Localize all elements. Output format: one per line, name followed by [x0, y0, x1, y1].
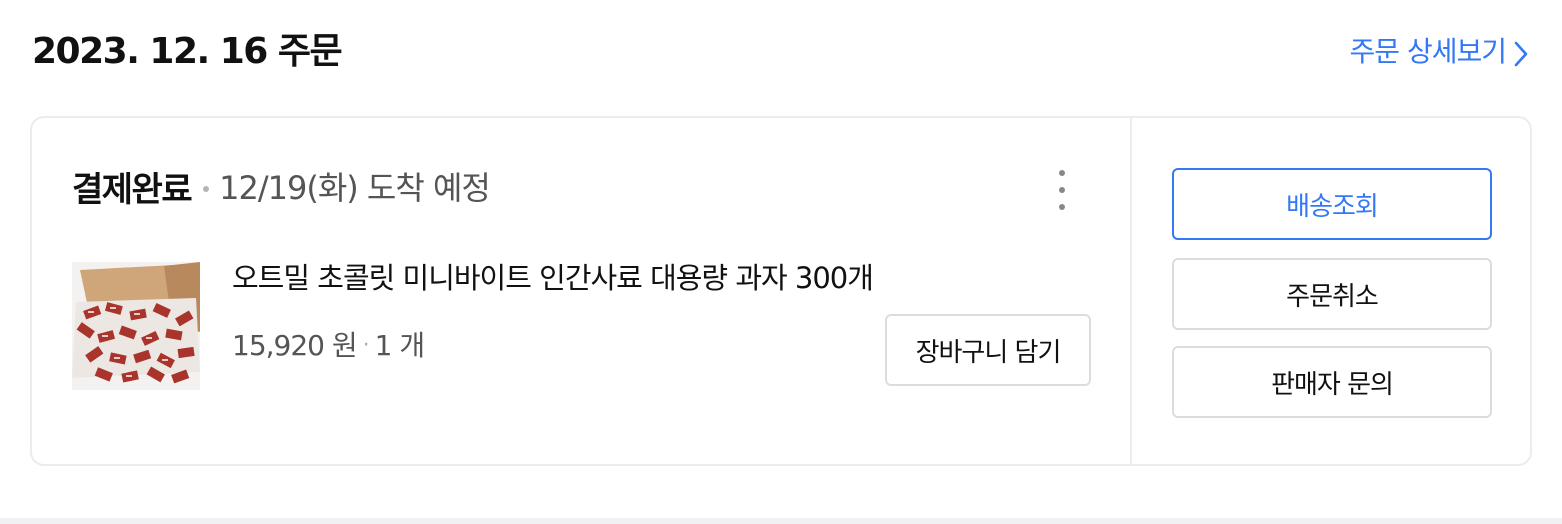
vertical-ellipsis-icon	[1059, 187, 1065, 193]
card-divider	[1130, 118, 1132, 464]
vertical-ellipsis-icon	[1059, 204, 1065, 210]
order-detail-link-label: 주문 상세보기	[1349, 35, 1507, 68]
product-price: 15,920 원	[232, 329, 358, 362]
price-quantity-line: 15,920 원 · 1 개	[232, 326, 425, 366]
section-divider	[0, 518, 1562, 524]
order-status: 결제완료	[72, 169, 193, 210]
cancel-order-button[interactable]: 주문취소	[1172, 258, 1492, 330]
order-status-line: 결제완료 12/19(화) 도착 예정	[72, 164, 491, 210]
product-name[interactable]: 오트밀 초콜릿 미니바이트 인간사료 대용량 과자 300개	[232, 258, 874, 298]
seller-inquiry-button[interactable]: 판매자 문의	[1172, 346, 1492, 418]
arrival-estimate: 12/19(화) 도착 예정	[219, 169, 491, 207]
order-date-title: 2023. 12. 16 주문	[32, 31, 343, 72]
more-options-button[interactable]	[1048, 170, 1076, 210]
order-card: 결제완료 12/19(화) 도착 예정 오트밀 초콜릿 미니바이트 인간사료 대…	[30, 116, 1532, 466]
dot-icon	[203, 186, 210, 192]
track-delivery-button[interactable]: 배송조회	[1172, 168, 1492, 240]
product-thumbnail[interactable]	[72, 262, 200, 390]
vertical-ellipsis-icon	[1059, 170, 1065, 176]
price-separator: ·	[362, 333, 370, 358]
order-detail-link[interactable]: 주문 상세보기	[1350, 32, 1528, 72]
add-to-cart-button[interactable]: 장바구니 담기	[885, 314, 1091, 386]
product-thumbnail-image	[72, 262, 200, 390]
product-quantity: 1 개	[374, 329, 425, 362]
chevron-right-icon	[1514, 41, 1528, 66]
